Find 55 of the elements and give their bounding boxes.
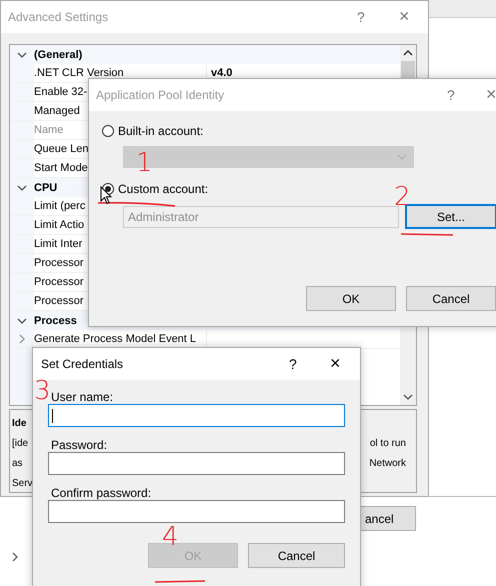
description-title: Ide (12, 417, 26, 431)
radio-label[interactable]: Custom account: (118, 182, 208, 196)
property-name[interactable]: Processor (34, 276, 84, 288)
property-name[interactable]: Queue Len (34, 143, 88, 155)
user-name-field[interactable] (48, 404, 345, 427)
radio-label[interactable]: Built-in account: (118, 124, 204, 138)
property-name[interactable]: Limit (perc (34, 200, 86, 212)
property-name[interactable]: Enable 32- (34, 86, 88, 98)
help-button[interactable]: ? (357, 9, 365, 25)
underline-mark (400, 232, 454, 237)
underline-mark (154, 579, 206, 584)
property-name[interactable]: Start Mode (34, 162, 88, 174)
category-label: CPU (34, 182, 58, 194)
window-title: Set Credentials (40, 357, 124, 371)
description-text: [ide (12, 437, 28, 451)
field-label: Confirm password: (51, 486, 152, 500)
description-text: Network (369, 457, 406, 471)
radio-button[interactable] (102, 125, 114, 137)
property-name[interactable]: Processor (34, 295, 84, 307)
help-button[interactable]: ? (289, 356, 297, 372)
close-button[interactable]: × (399, 6, 410, 27)
annotation-number: 3 (34, 378, 51, 404)
property-name[interactable]: .NET CLR Version (34, 67, 124, 79)
category-label: Process (34, 314, 77, 326)
property-name[interactable]: Managed (34, 105, 80, 117)
property-name[interactable]: Generate Process Model Event L (34, 333, 196, 345)
annotation-number: 1 (136, 150, 153, 176)
chevron-down-icon[interactable] (17, 184, 27, 192)
password-field[interactable] (48, 452, 345, 475)
cancel-button[interactable]: Cancel (406, 286, 496, 311)
description-text: as (12, 457, 23, 471)
chevron-down-icon[interactable] (17, 50, 27, 58)
property-value: v4.0 (211, 67, 232, 79)
category-label: (General) (34, 48, 82, 60)
close-button[interactable]: × (330, 353, 341, 374)
cancel-button[interactable]: Cancel (248, 543, 345, 568)
chevron-down-icon[interactable] (17, 316, 27, 324)
window-title: Advanced Settings (7, 10, 108, 24)
help-button[interactable]: ? (447, 87, 455, 103)
password-field[interactable] (48, 500, 345, 523)
field-label: User name: (51, 390, 114, 404)
property-name[interactable]: Limit Inter (34, 238, 82, 250)
property-name[interactable]: Processor (34, 257, 84, 269)
property-name[interactable]: Limit Actio (34, 219, 84, 231)
chevron-down-icon (397, 154, 407, 160)
mouse-pointer-icon (100, 186, 112, 205)
field-label: Password: (51, 438, 108, 452)
description-text: ol to run (370, 437, 406, 451)
close-button[interactable]: × (486, 84, 496, 105)
window-title: Application Pool Identity (95, 88, 224, 102)
set-button[interactable]: Set... (405, 204, 496, 229)
chevron-right-icon[interactable] (11, 552, 19, 562)
description-text: Serv (12, 477, 33, 491)
chevron-right-icon[interactable] (17, 334, 27, 344)
ok-button[interactable]: OK (306, 286, 396, 311)
